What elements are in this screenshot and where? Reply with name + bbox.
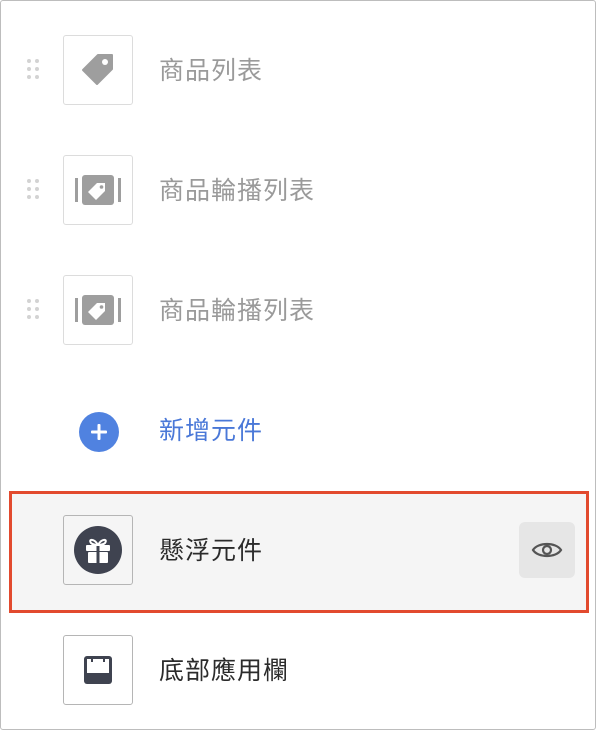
- component-label: 商品列表: [159, 56, 264, 85]
- drag-handle-icon[interactable]: [27, 179, 41, 203]
- component-label: 商品輪播列表: [159, 176, 316, 205]
- component-row-bottom-bar[interactable]: 底部應用欄: [1, 635, 595, 707]
- add-component-button[interactable]: 新增元件: [1, 395, 595, 467]
- component-row-product-list[interactable]: 商品列表: [1, 35, 595, 107]
- drag-handle-icon[interactable]: [27, 59, 41, 83]
- eye-icon[interactable]: [519, 522, 575, 578]
- plus-icon[interactable]: [79, 412, 119, 452]
- tag-icon: [63, 35, 133, 105]
- tag-carousel-icon: [63, 155, 133, 225]
- add-component-label[interactable]: 新增元件: [159, 416, 263, 446]
- drag-handle-icon[interactable]: [27, 299, 41, 323]
- component-row-floating[interactable]: 懸浮元件: [1, 515, 595, 587]
- component-row-product-carousel[interactable]: 商品輪播列表: [1, 155, 595, 227]
- component-label: 商品輪播列表: [159, 296, 316, 325]
- component-list-panel: 商品列表 商品輪播列表 商品輪播列表 新增元件 懸浮元件 底部應用欄: [0, 0, 596, 730]
- tag-carousel-icon: [63, 275, 133, 345]
- gift-icon: [63, 515, 133, 585]
- component-label: 底部應用欄: [159, 656, 290, 685]
- bottom-bar-icon: [63, 635, 133, 705]
- component-row-product-carousel[interactable]: 商品輪播列表: [1, 275, 595, 347]
- component-label: 懸浮元件: [159, 536, 264, 565]
